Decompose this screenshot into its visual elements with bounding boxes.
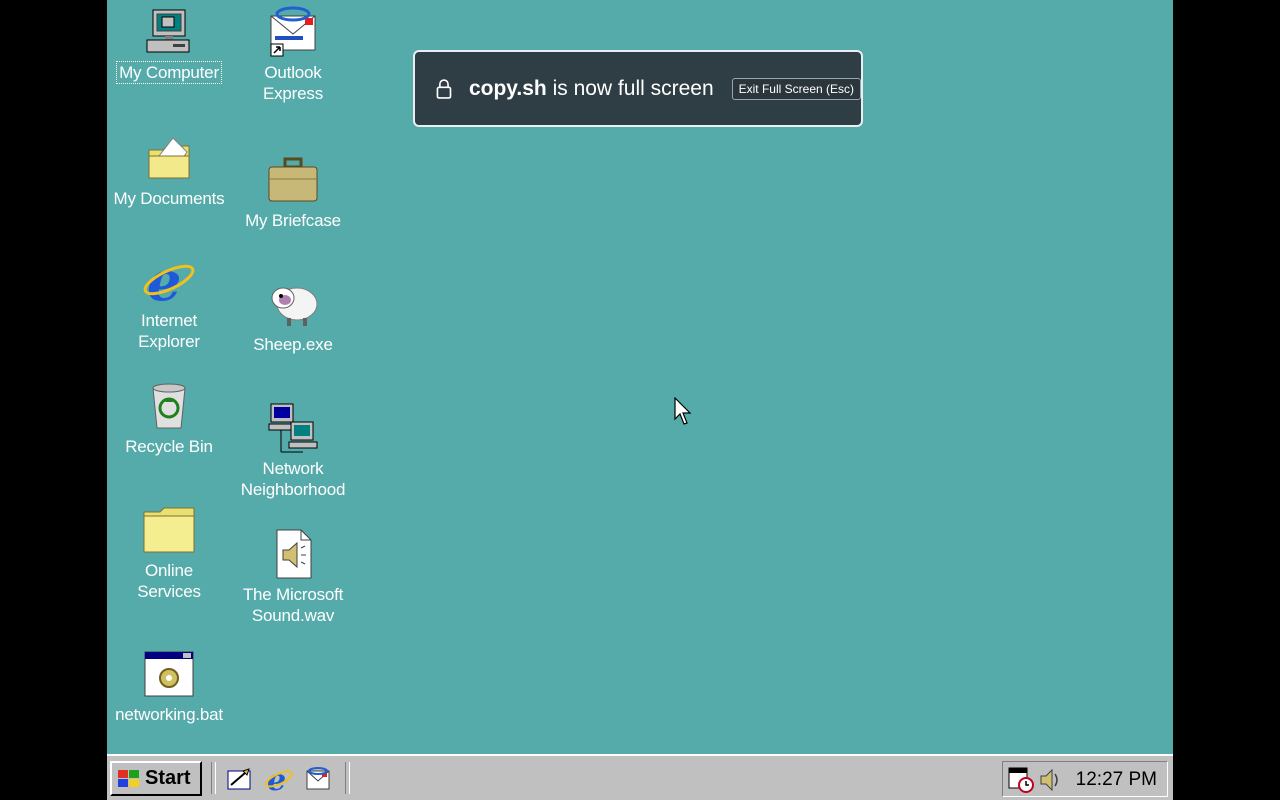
desktop-icon-label: My Briefcase — [245, 211, 341, 230]
desktop-icon-label: networking.bat — [115, 705, 223, 724]
desktop-icon-sheep[interactable]: Sheep.exe — [231, 276, 355, 355]
desktop-icon-my-briefcase[interactable]: My Briefcase — [231, 152, 355, 231]
desktop-icon-label: My Documents — [113, 189, 225, 208]
desktop-icon-label: Online Services — [137, 561, 201, 601]
lock-icon — [436, 78, 452, 99]
network-neighborhood-icon — [265, 400, 321, 456]
desktop-icon-label: Recycle Bin — [125, 437, 213, 456]
system-tray: 12:27 PM — [1002, 761, 1168, 797]
internet-explorer-icon[interactable]: e — [264, 764, 294, 794]
fullscreen-message: copy.sh is now full screen — [469, 77, 714, 101]
my-computer-icon — [141, 4, 197, 60]
internet-explorer-icon: e — [141, 252, 197, 308]
my-documents-icon — [141, 130, 197, 186]
outlook-express-icon[interactable] — [303, 764, 333, 794]
desktop-icon-recycle-bin[interactable]: Recycle Bin — [107, 378, 231, 457]
desktop-icon-network-neighborhood[interactable]: Network Neighborhood — [231, 400, 355, 500]
recycle-bin-icon — [141, 378, 197, 434]
outlook-express-icon — [265, 4, 321, 60]
desktop-icon-label: The Microsoft Sound.wav — [242, 585, 344, 625]
exit-fullscreen-button[interactable]: Exit Full Screen (Esc) — [731, 77, 861, 100]
sheep-icon — [265, 276, 321, 332]
desktop-icon-my-computer[interactable]: My Computer — [107, 4, 231, 84]
desktop-icon-networking-bat[interactable]: networking.bat — [107, 646, 231, 725]
desktop-icon-label: Sheep.exe — [253, 335, 333, 354]
sound-file-icon — [265, 526, 321, 582]
desktop-icon-microsoft-sound[interactable]: The Microsoft Sound.wav — [231, 526, 355, 626]
volume-icon[interactable] — [1037, 766, 1065, 794]
batch-file-icon — [141, 646, 197, 702]
clock[interactable]: 12:27 PM — [1076, 769, 1157, 791]
site-name: copy.sh — [468, 76, 547, 100]
desktop-icon-my-documents[interactable]: My Documents — [107, 130, 231, 209]
show-desktop-icon[interactable] — [224, 764, 254, 794]
mouse-cursor-icon — [674, 397, 692, 425]
folder-icon — [141, 502, 197, 558]
desktop-icon-online-services[interactable]: Online Services — [107, 502, 231, 602]
desktop-icon-label: Internet Explorer — [138, 311, 200, 351]
fullscreen-text: is now full screen — [546, 76, 714, 100]
taskbar: Start e 12:27 PM — [107, 754, 1173, 800]
fullscreen-notification: copy.sh is now full screen Exit Full Scr… — [413, 50, 863, 127]
desktop-icon-label: Outlook Express — [262, 63, 323, 103]
desktop-icon-outlook-express[interactable]: Outlook Express — [231, 4, 355, 104]
start-label: Start — [145, 767, 191, 789]
toolbar-grip[interactable] — [345, 762, 350, 794]
windows-logo-icon — [118, 769, 139, 787]
desktop[interactable]: My Computer My Documents e Internet Explo… — [107, 0, 1173, 800]
briefcase-icon — [265, 152, 321, 208]
start-button[interactable]: Start — [110, 761, 202, 796]
desktop-icon-internet-explorer[interactable]: e Internet Explorer — [107, 252, 231, 352]
scheduler-icon[interactable] — [1007, 766, 1035, 794]
desktop-icon-label: Network Neighborhood — [240, 459, 346, 499]
desktop-icon-label: My Computer — [116, 61, 222, 84]
toolbar-grip[interactable] — [211, 762, 216, 794]
